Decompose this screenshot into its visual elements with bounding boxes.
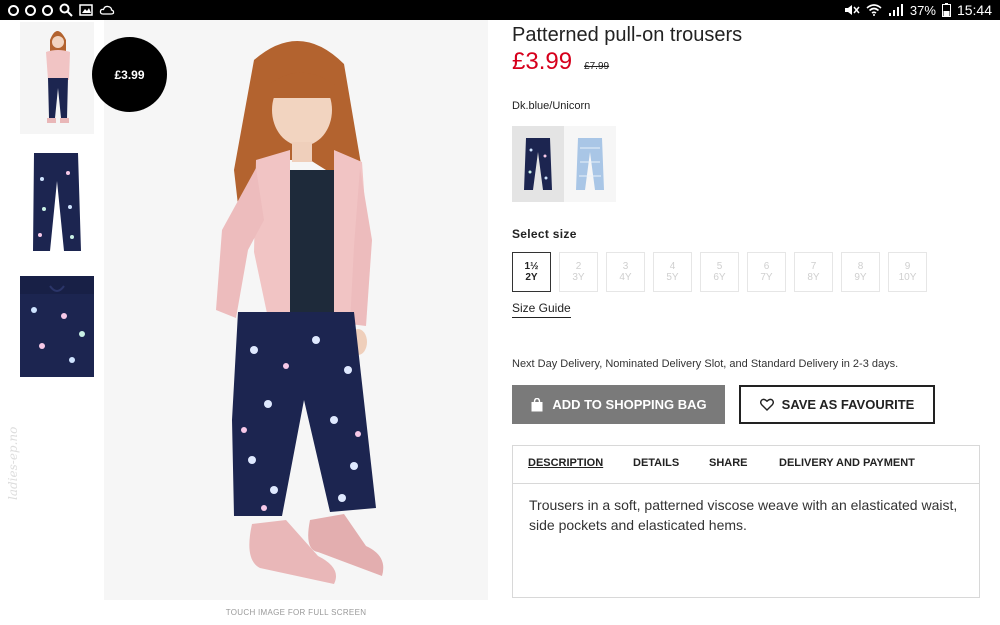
size-option-bottom: 8Y xyxy=(807,272,820,283)
tab-delivery-and-payment[interactable]: DELIVERY AND PAYMENT xyxy=(779,457,915,469)
size-option-bottom: 6Y xyxy=(713,272,726,283)
size-option-top: 4 xyxy=(669,261,676,272)
notification-circle-icon xyxy=(25,4,36,16)
colour-swatch-light-blue[interactable] xyxy=(564,126,616,202)
save-as-favourite-label: SAVE AS FAVOURITE xyxy=(781,397,915,412)
colour-swatch-dark-blue[interactable] xyxy=(512,126,564,202)
size-option-4y[interactable]: 3 4Y xyxy=(606,252,645,292)
shopping-bag-icon xyxy=(531,397,543,411)
size-option-bottom: 2Y xyxy=(525,272,538,283)
size-guide-link[interactable]: Size Guide xyxy=(512,301,571,318)
size-option-bottom: 4Y xyxy=(619,272,632,283)
tab-details[interactable]: DETAILS xyxy=(633,457,679,469)
info-tabs: DESCRIPTION DETAILS SHARE DELIVERY AND P… xyxy=(513,446,979,484)
mute-icon xyxy=(844,5,860,15)
notification-circle-icon xyxy=(8,4,19,16)
size-option-top: 1½ xyxy=(524,261,539,272)
price-badge: £3.99 xyxy=(92,37,167,112)
notification-circle-icon xyxy=(42,4,53,16)
add-to-shopping-bag-label: ADD TO SHOPPING BAG xyxy=(552,397,707,412)
main-product-image[interactable] xyxy=(104,20,488,600)
image-icon xyxy=(79,4,93,16)
system-status: 37% 15:44 xyxy=(844,0,992,20)
touch-image-note: TOUCH IMAGE FOR FULL SCREEN xyxy=(225,608,367,617)
size-option-3y[interactable]: 2 3Y xyxy=(559,252,598,292)
colour-name: Dk.blue/Unicorn xyxy=(512,100,591,112)
detail-thumbnail-image xyxy=(20,276,94,377)
battery-percent: 37% xyxy=(909,2,936,18)
wifi-icon xyxy=(866,4,882,16)
size-option-bottom: 5Y xyxy=(666,272,679,283)
signal-icon xyxy=(888,4,903,16)
price-row: £3.99 £7.99 xyxy=(512,48,609,76)
size-option-9y[interactable]: 8 9Y xyxy=(841,252,880,292)
dark-blue-trousers-swatch-image xyxy=(524,138,552,190)
search-icon xyxy=(59,3,73,17)
size-option-top: 2 xyxy=(575,261,582,272)
product-title: Patterned pull-on trousers xyxy=(512,24,743,46)
model-photo xyxy=(104,20,488,600)
trousers-thumbnail-image xyxy=(20,149,94,261)
model-thumbnail-image xyxy=(20,22,94,134)
watermark: ladies-ep.no xyxy=(6,426,20,500)
size-option-top: 3 xyxy=(622,261,629,272)
battery-icon xyxy=(941,3,951,17)
size-option-8y[interactable]: 7 8Y xyxy=(794,252,833,292)
size-option-top: 8 xyxy=(857,261,864,272)
tab-description[interactable]: DESCRIPTION xyxy=(528,457,603,469)
size-option-top: 6 xyxy=(763,261,770,272)
select-size-label: Select size xyxy=(512,227,577,241)
thumbnail-trousers[interactable] xyxy=(20,149,94,261)
tab-share[interactable]: SHARE xyxy=(709,457,748,469)
thumbnail-model[interactable] xyxy=(20,22,94,134)
size-option-10y[interactable]: 9 10Y xyxy=(888,252,927,292)
clock: 15:44 xyxy=(956,2,992,18)
save-as-favourite-button[interactable]: SAVE AS FAVOURITE xyxy=(739,385,935,424)
thumbnail-detail[interactable] xyxy=(20,276,94,377)
size-option-bottom: 9Y xyxy=(854,272,867,283)
size-option-top: 7 xyxy=(810,261,817,272)
size-option-6y[interactable]: 5 6Y xyxy=(700,252,739,292)
size-option-bottom: 3Y xyxy=(572,272,585,283)
size-option-2y[interactable]: 1½ 2Y xyxy=(512,252,551,292)
product-description: Trousers in a soft, patterned viscose we… xyxy=(529,497,958,533)
add-to-shopping-bag-button[interactable]: ADD TO SHOPPING BAG xyxy=(512,385,725,424)
notification-icons xyxy=(8,2,115,18)
status-bar: 37% 15:44 xyxy=(0,0,1000,20)
size-option-top: 9 xyxy=(904,261,911,272)
heart-icon xyxy=(759,398,774,411)
delivery-note: Next Day Delivery, Nominated Delivery Sl… xyxy=(512,358,899,370)
sale-price: £3.99 xyxy=(512,48,573,75)
original-price: £7.99 xyxy=(584,61,610,72)
size-option-5y[interactable]: 4 5Y xyxy=(653,252,692,292)
size-option-bottom: 7Y xyxy=(760,272,773,283)
size-option-top: 5 xyxy=(716,261,723,272)
light-blue-trousers-swatch-image xyxy=(576,138,604,190)
size-option-bottom: 10Y xyxy=(898,272,917,283)
cloud-icon xyxy=(99,5,115,15)
size-option-7y[interactable]: 6 7Y xyxy=(747,252,786,292)
product-info-panel: DESCRIPTION DETAILS SHARE DELIVERY AND P… xyxy=(512,445,980,598)
